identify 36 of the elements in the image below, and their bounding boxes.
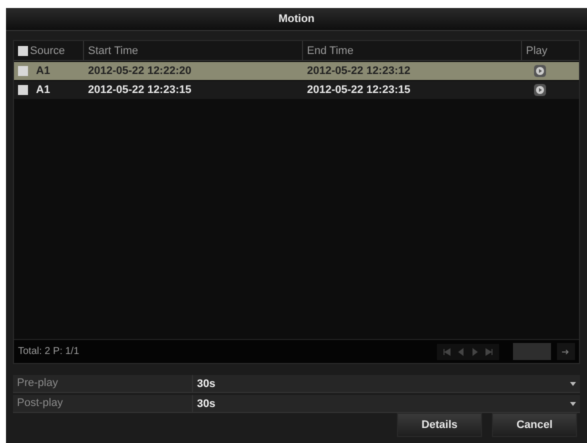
column-header[interactable]: End Time [307, 44, 354, 56]
table-row[interactable]: A1 2012-05-22 12:22:20 2012-05-22 12:23:12 [14, 62, 579, 80]
arrow-icon [562, 348, 570, 354]
table-cell: 2012-05-22 12:22:20 [88, 65, 192, 77]
caret-icon [570, 382, 576, 386]
row-checkbox[interactable] [18, 85, 28, 95]
row-checkbox[interactable] [18, 66, 28, 76]
previous-page-icon[interactable] [457, 348, 465, 356]
go-button[interactable] [557, 343, 575, 360]
table-cell: 2012-05-22 12:23:15 [307, 84, 410, 96]
dropdown-field[interactable]: 30s [193, 395, 580, 412]
play-icon[interactable] [534, 84, 546, 96]
column-header[interactable]: Start Time [88, 44, 138, 56]
dropdown-value: 30s [197, 378, 216, 390]
field-label: Pre-play [13, 375, 193, 392]
dialog-button[interactable]: Cancel [492, 413, 577, 437]
column-header[interactable]: Play [526, 44, 548, 56]
play-icon[interactable] [534, 65, 546, 77]
page-summary: Total: 2 P: 1/1 [18, 346, 80, 357]
table-cell: A1 [36, 65, 50, 77]
first-page-icon[interactable] [443, 348, 451, 356]
dialog-button[interactable]: Details [397, 413, 482, 437]
last-page-icon[interactable] [485, 348, 493, 356]
table-cell: A1 [36, 84, 50, 96]
table-cell: 2012-05-22 12:23:12 [307, 65, 410, 77]
window-title: Motion [6, 8, 587, 31]
dropdown-value: 30s [197, 398, 216, 410]
column-header[interactable]: Source [30, 44, 65, 56]
next-page-icon[interactable] [471, 348, 479, 356]
caret-icon [570, 402, 576, 406]
table-cell: 2012-05-22 12:23:15 [88, 84, 192, 96]
page-input[interactable] [513, 343, 551, 360]
select-all-checkbox[interactable] [18, 46, 28, 56]
field-label: Post-play [13, 395, 193, 412]
table-row[interactable]: A1 2012-05-22 12:23:15 2012-05-22 12:23:15 [14, 81, 579, 99]
dropdown-field[interactable]: 30s [193, 375, 580, 392]
